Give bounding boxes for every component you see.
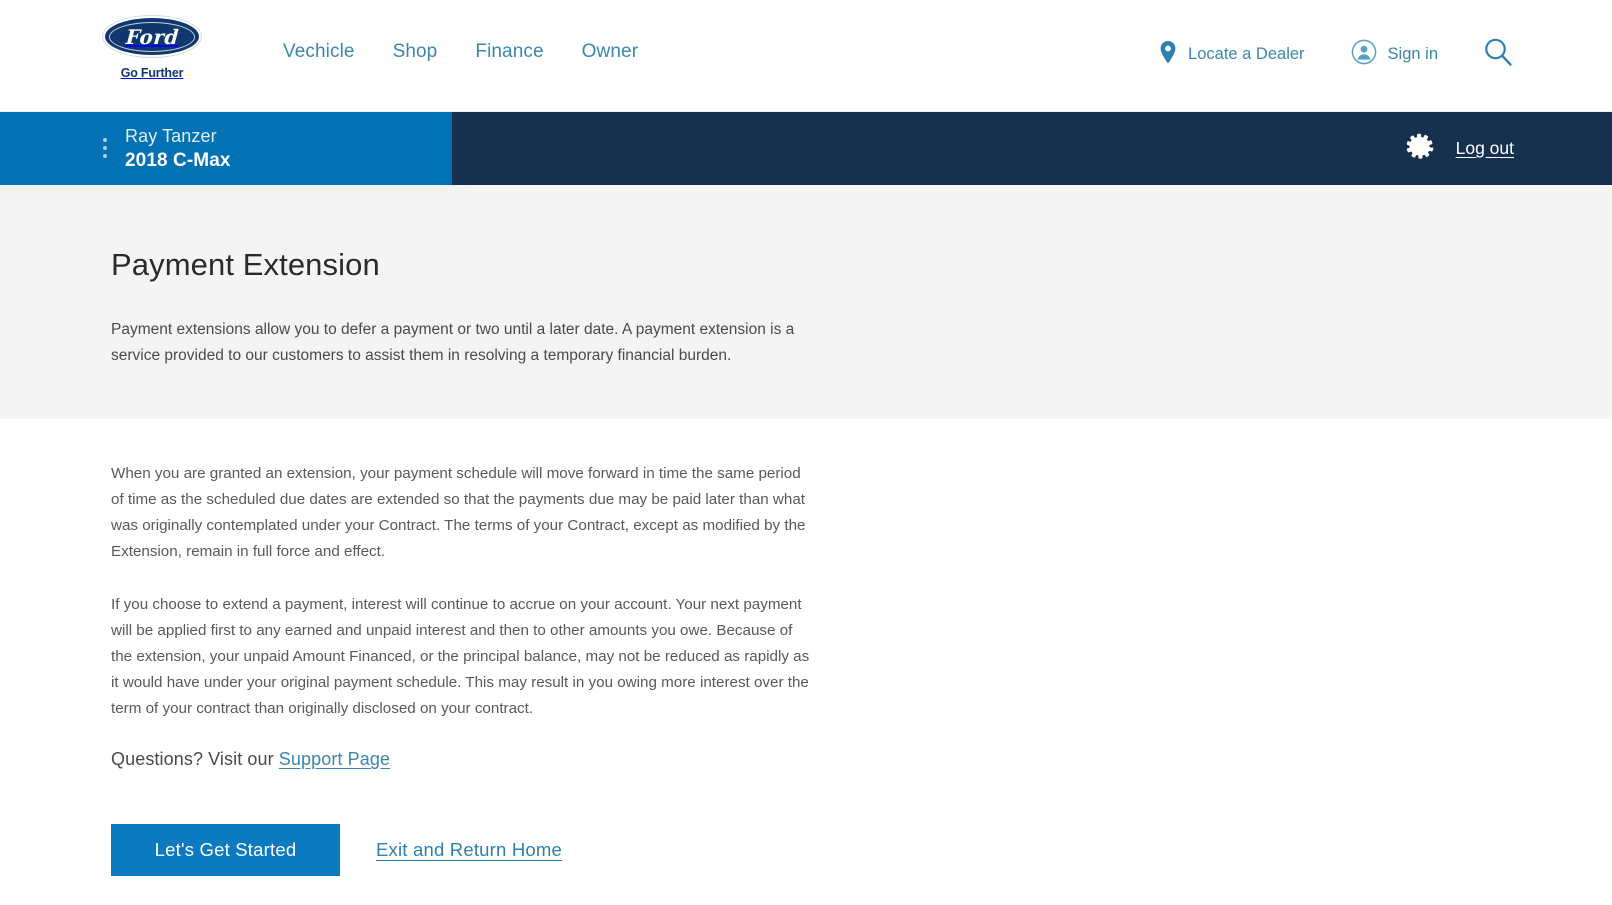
page-title: Payment Extension — [111, 247, 380, 282]
vehicle-selector[interactable]: Ray Tanzer 2018 C-Max — [0, 112, 452, 185]
kebab-menu-icon[interactable] — [103, 137, 107, 158]
nav-item-finance[interactable]: Finance — [475, 41, 562, 63]
gear-icon[interactable] — [1406, 131, 1436, 166]
sign-in-link[interactable]: Sign in — [1351, 39, 1438, 70]
intro-section: Payment Extension Payment extensions all… — [0, 185, 1612, 419]
brand-tagline: Go Further — [120, 66, 184, 80]
locate-dealer-link[interactable]: Locate a Dealer — [1158, 40, 1305, 70]
header-utility-nav: Locate a Dealer Sign in — [1158, 36, 1514, 73]
body-paragraph-2: If you choose to extend a payment, inter… — [111, 596, 810, 717]
map-pin-icon — [1158, 40, 1178, 70]
account-actions: Log out — [452, 112, 1612, 185]
user-circle-icon — [1351, 39, 1377, 70]
primary-navigation: Vechicle Shop Finance Owner — [283, 41, 638, 63]
owner-name: Ray Tanzer — [125, 126, 217, 146]
nav-item-shop[interactable]: Shop — [393, 41, 457, 63]
support-page-link[interactable]: Support Page — [279, 749, 390, 769]
ford-wordmark: Ford — [124, 24, 180, 49]
vehicle-name: 2018 C-Max — [125, 150, 231, 171]
sign-in-label: Sign in — [1387, 45, 1438, 63]
intro-paragraph: Payment extensions allow you to defer a … — [111, 321, 795, 364]
content-section: When you are granted an extension, your … — [0, 419, 1612, 876]
locate-dealer-label: Locate a Dealer — [1188, 45, 1305, 63]
search-icon — [1482, 36, 1514, 73]
body-paragraph-1: When you are granted an extension, your … — [111, 465, 806, 560]
action-row: Let's Get Started Exit and Return Home — [111, 824, 1612, 876]
ford-logo-link[interactable]: Ford Go Further — [103, 16, 201, 80]
nav-item-owner[interactable]: Owner — [582, 41, 638, 63]
vehicle-info: Ray Tanzer 2018 C-Max — [125, 124, 231, 173]
lets-get-started-button[interactable]: Let's Get Started — [111, 824, 340, 876]
vehicle-account-bar: Ray Tanzer 2018 C-Max Log out — [0, 112, 1612, 185]
questions-line: Questions? Visit our Support Page — [111, 749, 1612, 770]
site-header: Ford Go Further Vechicle Shop Finance Ow… — [0, 0, 1612, 112]
questions-label: Questions? Visit our — [111, 749, 274, 769]
log-out-link[interactable]: Log out — [1456, 138, 1514, 159]
ford-oval-logo: Ford — [103, 16, 201, 57]
exit-and-return-home-link[interactable]: Exit and Return Home — [376, 839, 562, 861]
nav-item-vehicle[interactable]: Vechicle — [283, 41, 374, 63]
search-button[interactable] — [1482, 36, 1514, 73]
